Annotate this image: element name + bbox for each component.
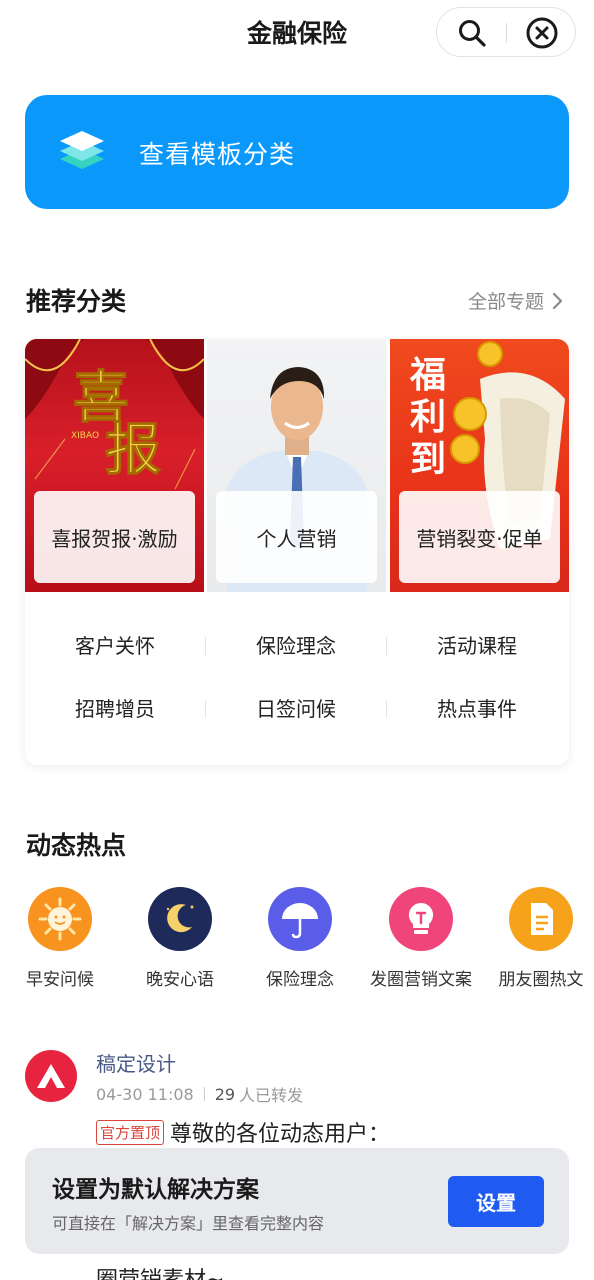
default-solution-sheet: 设置为默认解决方案 可直接在「解决方案」里查看完整内容 设置 — [25, 1148, 569, 1254]
document-icon — [509, 887, 573, 951]
sub-category-event-courses[interactable]: 活动课程 — [387, 630, 567, 659]
category-tile-personal-marketing[interactable]: 个人营销 — [207, 339, 386, 592]
post-author[interactable]: 稿定设计 — [96, 1048, 176, 1077]
avatar[interactable] — [25, 1050, 77, 1102]
post-date: 04-30 11:08 — [96, 1084, 194, 1104]
divider — [203, 1087, 205, 1101]
umbrella-icon — [268, 887, 332, 951]
sub-category-trending-events[interactable]: 热点事件 — [387, 693, 567, 722]
hot-section-title: 动态热点 — [26, 831, 127, 860]
all-topics-label: 全部专题 — [467, 291, 544, 313]
post-body[interactable]: 官方置顶 尊敬的各位动态用户： — [96, 1116, 390, 1148]
banner-label: 查看模板分类 — [139, 140, 296, 169]
svg-text:报: 报 — [105, 417, 161, 483]
gaoding-logo-icon — [37, 1064, 65, 1088]
top-bar: 金融保险 — [0, 0, 594, 64]
svg-text:XIBAO: XIBAO — [71, 431, 99, 441]
share-count-label: 人已转发 — [239, 1086, 304, 1105]
hot-item-label: 晚安心语 — [146, 970, 214, 990]
category-card: 喜 报 XIBAO 喜报贺报·激励 个人营销 福 利 到 营销裂变·促单 客户关… — [25, 339, 569, 765]
view-template-categories-banner[interactable]: 查看模板分类 — [25, 95, 569, 209]
sub-category-insurance-concept[interactable]: 保险理念 — [206, 630, 386, 659]
post-meta: 04-30 11:08 29 人已转发 — [96, 1082, 303, 1106]
category-tile-good-news[interactable]: 喜 报 XIBAO 喜报贺报·激励 — [25, 339, 204, 592]
moon-icon — [148, 887, 212, 951]
tile-label: 营销裂变·促单 — [399, 491, 560, 583]
pinned-badge: 官方置顶 — [96, 1119, 165, 1145]
svg-text:到: 到 — [410, 438, 446, 480]
hot-item-trending-posts[interactable]: 朋友圈热文 — [481, 887, 594, 990]
hot-item-insurance-concept[interactable]: 保险理念 — [240, 887, 360, 990]
hot-item-marketing-copy[interactable]: 发圈营销文案 — [361, 887, 481, 990]
post-text: 尊敬的各位动态用户： — [170, 1122, 391, 1147]
layers-icon — [60, 131, 104, 169]
search-icon — [459, 20, 486, 47]
close-circle-icon — [526, 17, 558, 49]
hot-item-label: 朋友圈热文 — [498, 970, 584, 990]
sheet-title: 设置为默认解决方案 — [52, 1177, 259, 1203]
hot-item-morning-greeting[interactable]: 早安问候 — [0, 887, 120, 990]
hot-item-label: 保险理念 — [266, 970, 334, 990]
sub-category-recruitment[interactable]: 招聘增员 — [25, 693, 205, 722]
tile-label: 喜报贺报·激励 — [34, 491, 195, 583]
post-text-continued: 圈营销素材~ — [96, 1262, 224, 1280]
search-button[interactable] — [437, 8, 507, 58]
all-topics-link[interactable]: 全部专题 — [468, 287, 564, 314]
category-tile-marketing-fission[interactable]: 福 利 到 营销裂变·促单 — [390, 339, 569, 592]
svg-text:利: 利 — [410, 396, 446, 438]
close-button[interactable] — [507, 8, 577, 58]
lightbulb-icon — [389, 887, 453, 951]
recommended-section-title: 推荐分类 — [26, 287, 127, 316]
set-default-button[interactable]: 设置 — [448, 1176, 544, 1227]
sub-category-customer-care[interactable]: 客户关怀 — [25, 630, 205, 659]
hot-item-goodnight[interactable]: 晚安心语 — [120, 887, 240, 990]
sub-category-daily-greeting[interactable]: 日签问候 — [206, 693, 386, 722]
chevron-right-icon — [552, 292, 563, 309]
mini-program-capsule — [436, 7, 576, 57]
hot-item-label: 早安问候 — [26, 970, 94, 990]
share-count: 29 — [214, 1084, 236, 1104]
hot-item-label: 发圈营销文案 — [370, 970, 472, 990]
svg-text:福: 福 — [409, 354, 446, 396]
sun-icon — [28, 887, 92, 951]
tile-label: 个人营销 — [216, 491, 377, 583]
sheet-subtitle: 可直接在「解决方案」里查看完整内容 — [52, 1214, 325, 1233]
